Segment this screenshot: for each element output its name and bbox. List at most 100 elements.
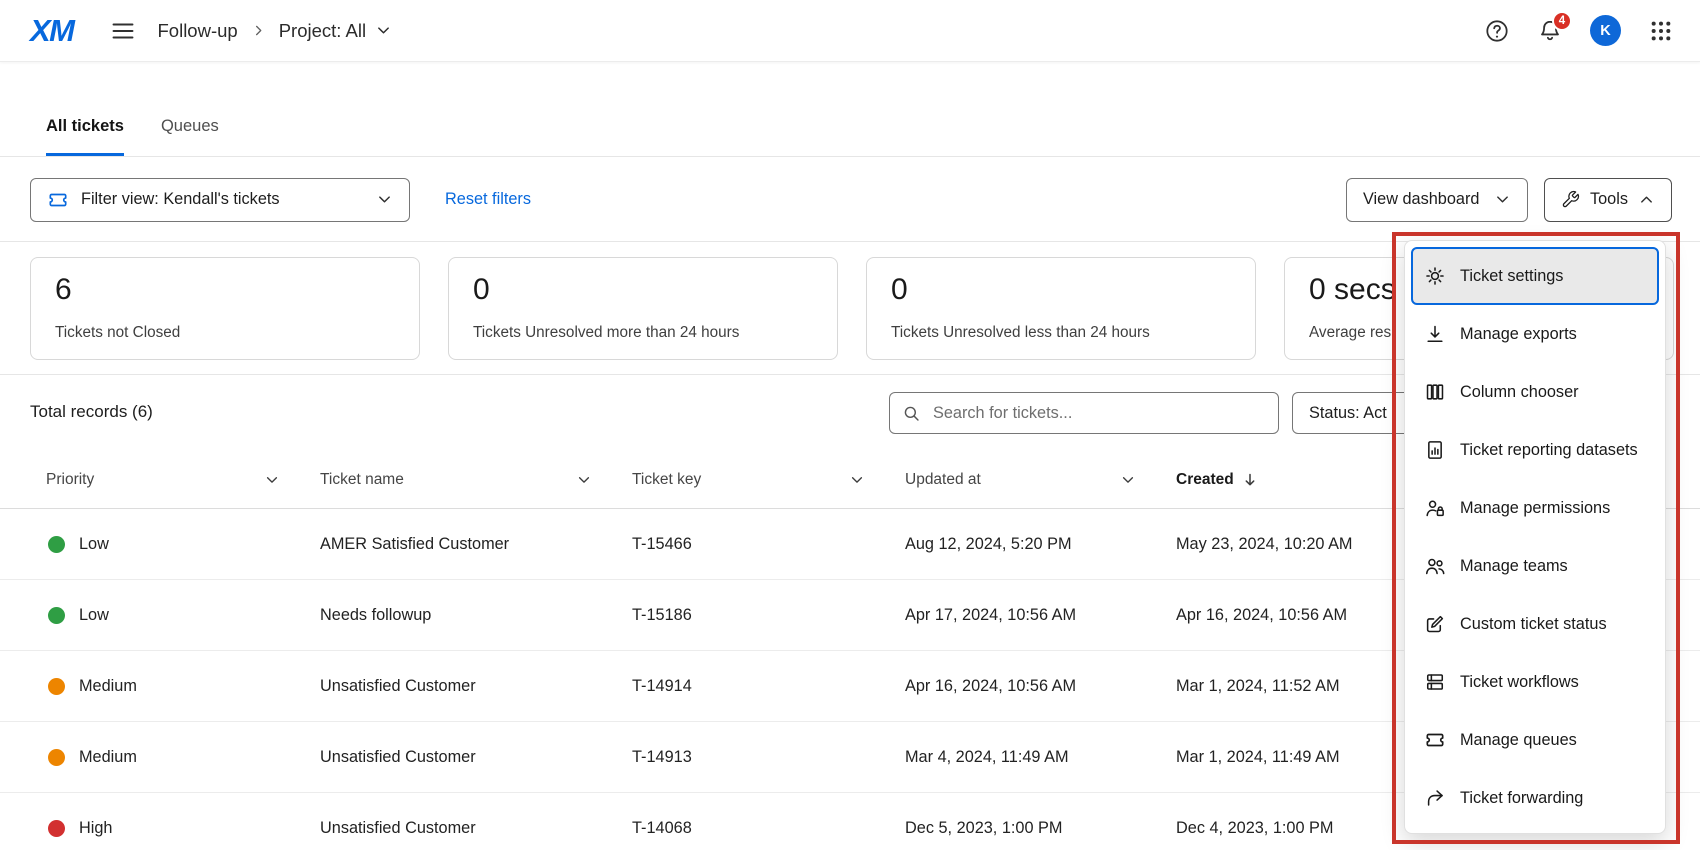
ticket-key-cell: T-14913 xyxy=(632,748,905,767)
column-header-ticket-name[interactable]: Ticket name xyxy=(320,471,632,489)
column-header-label: Ticket name xyxy=(320,471,404,489)
view-dashboard-label: View dashboard xyxy=(1363,190,1479,209)
tools-menu-item-manage-teams[interactable]: Manage teams xyxy=(1411,537,1659,595)
notifications-button[interactable]: 4 xyxy=(1537,18,1563,44)
column-header-ticket-key[interactable]: Ticket key xyxy=(632,471,905,489)
chevron-down-icon xyxy=(576,472,592,488)
filter-row-right: View dashboard Tools xyxy=(1346,178,1672,222)
sort-desc-icon xyxy=(1241,471,1259,489)
person-lock-icon xyxy=(1424,497,1446,519)
column-header-priority[interactable]: Priority xyxy=(46,471,320,489)
hamburger-menu-icon[interactable] xyxy=(110,18,136,44)
reset-filters-link[interactable]: Reset filters xyxy=(445,190,531,209)
updated-at-cell: Apr 17, 2024, 10:56 AM xyxy=(905,606,1176,625)
ticket-name-cell: AMER Satisfied Customer xyxy=(320,535,632,554)
tab-all-tickets[interactable]: All tickets xyxy=(46,100,124,156)
apps-grid-icon[interactable] xyxy=(1648,18,1674,44)
gear-icon xyxy=(1424,265,1446,287)
tools-menu-item-manage-exports[interactable]: Manage exports xyxy=(1411,305,1659,363)
tools-menu-item-label: Manage permissions xyxy=(1460,499,1610,518)
breadcrumb-chevron-right-icon xyxy=(251,23,266,38)
chevron-down-icon xyxy=(264,472,280,488)
search-input[interactable] xyxy=(931,403,1266,424)
wrench-icon xyxy=(1561,190,1580,209)
filter-view-label: Filter view: Kendall's tickets xyxy=(81,190,280,209)
tools-menu-item-label: Manage teams xyxy=(1460,557,1568,576)
column-header-label: Updated at xyxy=(905,471,981,489)
filter-row: Filter view: Kendall's tickets Reset fil… xyxy=(0,158,1700,242)
priority-cell: Low xyxy=(46,535,320,554)
search-icon xyxy=(902,404,921,423)
ticket-name-cell: Needs followup xyxy=(320,606,632,625)
chevron-down-icon xyxy=(375,22,392,39)
priority-dot-high xyxy=(48,820,65,837)
chevron-down-icon xyxy=(376,191,393,208)
ticket-icon xyxy=(47,189,69,211)
ticket-key-cell: T-14914 xyxy=(632,677,905,696)
priority-cell: High xyxy=(46,819,320,838)
tools-menu-item-custom-ticket-status[interactable]: Custom ticket status xyxy=(1411,595,1659,653)
app-root: XM Follow-up Project: All 4 K All ticket… xyxy=(0,0,1700,850)
notification-badge: 4 xyxy=(1552,11,1572,31)
tools-menu-item-manage-permissions[interactable]: Manage permissions xyxy=(1411,479,1659,537)
tools-menu-item-manage-queues[interactable]: Manage queues xyxy=(1411,711,1659,769)
column-header-label: Priority xyxy=(46,471,94,489)
project-selector-dropdown[interactable]: Project: All xyxy=(279,20,392,42)
tools-dropdown-button[interactable]: Tools xyxy=(1544,178,1672,222)
updated-at-cell: Mar 4, 2024, 11:49 AM xyxy=(905,748,1176,767)
download-icon xyxy=(1424,323,1446,345)
priority-label: Medium xyxy=(79,677,137,696)
priority-label: Low xyxy=(79,535,109,554)
tools-menu-item-ticket-workflows[interactable]: Ticket workflows xyxy=(1411,653,1659,711)
stat-card-tickets-not-closed: 6 Tickets not Closed xyxy=(30,257,420,360)
tools-menu-item-label: Ticket settings xyxy=(1460,267,1563,286)
tools-menu-item-label: Manage queues xyxy=(1460,731,1577,750)
ticket-icon xyxy=(1424,729,1446,751)
total-records: Total records (6) xyxy=(30,402,153,422)
column-header-label: Created xyxy=(1176,471,1234,489)
people-icon xyxy=(1424,555,1446,577)
tools-menu: Ticket settings Manage exports Column choo… xyxy=(1404,240,1666,834)
priority-label: Low xyxy=(79,606,109,625)
topbar: XM Follow-up Project: All 4 K xyxy=(0,0,1700,62)
chevron-down-icon xyxy=(849,472,865,488)
columns-icon xyxy=(1424,381,1446,403)
updated-at-cell: Dec 5, 2023, 1:00 PM xyxy=(905,819,1176,838)
search-box[interactable] xyxy=(889,392,1279,434)
priority-dot-low xyxy=(48,607,65,624)
chevron-up-icon xyxy=(1638,191,1655,208)
priority-dot-low xyxy=(48,536,65,553)
edit-icon xyxy=(1424,613,1446,635)
filter-view-dropdown[interactable]: Filter view: Kendall's tickets xyxy=(30,178,410,222)
ticket-key-cell: T-15466 xyxy=(632,535,905,554)
column-header-updated-at[interactable]: Updated at xyxy=(905,471,1176,489)
view-dashboard-dropdown[interactable]: View dashboard xyxy=(1346,178,1528,222)
stat-card-tickets-unresolved-less-than-24-hours: 0Tickets Unresolved less than 24 hours xyxy=(866,257,1256,360)
forward-icon xyxy=(1424,787,1446,809)
priority-cell: Medium xyxy=(46,748,320,767)
tools-menu-item-label: Ticket reporting datasets xyxy=(1460,441,1638,460)
xm-logo[interactable]: XM xyxy=(30,13,74,49)
stat-card-label: Tickets not Closed xyxy=(55,324,395,342)
tools-menu-item-label: Ticket forwarding xyxy=(1460,789,1583,808)
tab-queues[interactable]: Queues xyxy=(161,100,219,156)
ticket-key-cell: T-15186 xyxy=(632,606,905,625)
priority-cell: Medium xyxy=(46,677,320,696)
tools-menu-item-ticket-settings[interactable]: Ticket settings xyxy=(1411,247,1659,305)
ticket-name-cell: Unsatisfied Customer xyxy=(320,819,632,838)
tools-label: Tools xyxy=(1590,190,1628,209)
priority-label: Medium xyxy=(79,748,137,767)
stat-card-label: Tickets Unresolved less than 24 hours xyxy=(891,324,1231,342)
avatar[interactable]: K xyxy=(1590,15,1621,46)
tools-menu-item-ticket-reporting-datasets[interactable]: Ticket reporting datasets xyxy=(1411,421,1659,479)
tools-menu-item-column-chooser[interactable]: Column chooser xyxy=(1411,363,1659,421)
chevron-down-icon xyxy=(1494,191,1511,208)
tools-menu-item-ticket-forwarding[interactable]: Ticket forwarding xyxy=(1411,769,1659,827)
workflow-icon xyxy=(1424,671,1446,693)
updated-at-cell: Aug 12, 2024, 5:20 PM xyxy=(905,535,1176,554)
tools-menu-item-label: Manage exports xyxy=(1460,325,1577,344)
stat-card-value: 6 xyxy=(55,273,395,307)
project-selector-label: Project: All xyxy=(279,20,366,42)
help-icon[interactable] xyxy=(1484,18,1510,44)
updated-at-cell: Apr 16, 2024, 10:56 AM xyxy=(905,677,1176,696)
